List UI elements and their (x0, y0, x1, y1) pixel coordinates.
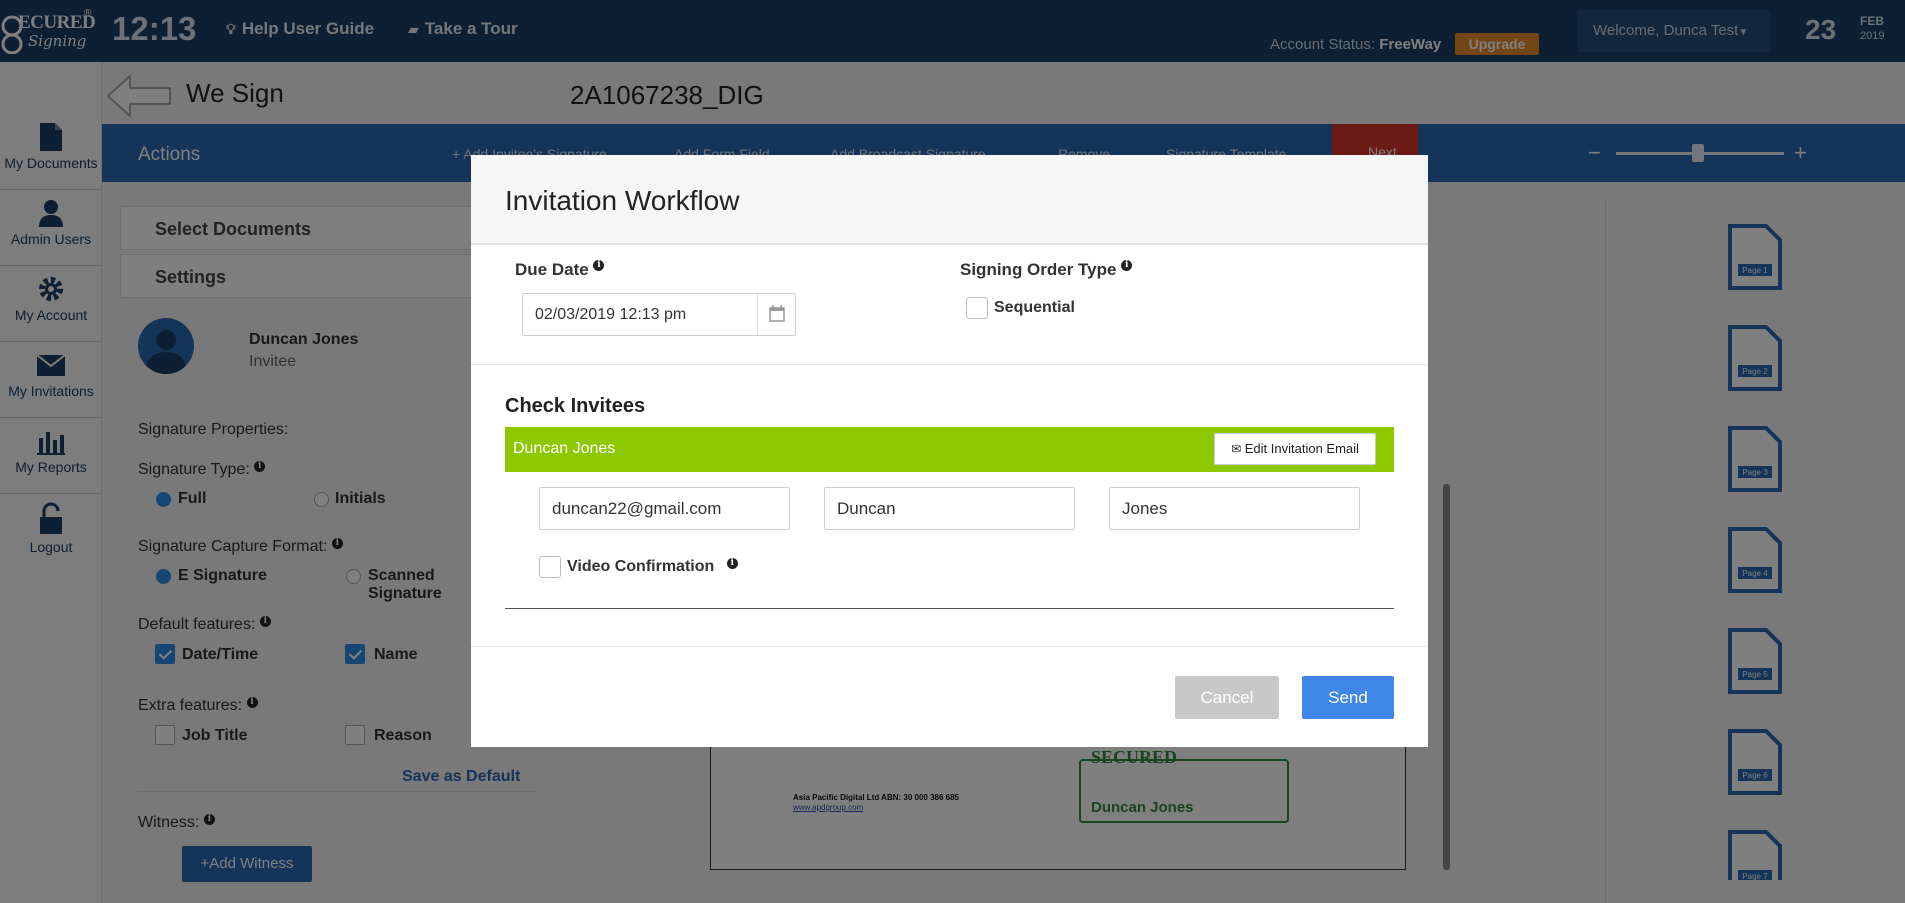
envelope-icon: ✉ (1231, 442, 1242, 456)
first-name-field[interactable]: Duncan (824, 487, 1075, 530)
modal-footer-divider (471, 646, 1428, 647)
calendar-icon (769, 305, 785, 322)
info-icon: i (726, 558, 738, 569)
edit-invitation-email-button[interactable]: ✉ Edit Invitation Email (1214, 433, 1376, 465)
due-date-value: 02/03/2019 12:13 pm (535, 306, 687, 323)
email-field[interactable]: duncan22@gmail.com (539, 487, 790, 530)
video-confirmation-checkbox[interactable] (539, 556, 561, 578)
due-date-input[interactable]: 02/03/2019 12:13 pm (522, 293, 796, 336)
last-name-field[interactable]: Jones (1109, 487, 1360, 530)
invitee-bar-name: Duncan Jones (513, 440, 616, 457)
due-date-label: Due Date i (515, 260, 605, 280)
check-invitees-label: Check Invitees (505, 395, 646, 417)
sequential-checkbox[interactable] (966, 297, 988, 319)
info-icon: i (1121, 260, 1133, 271)
signing-order-type-label: Signing Order Type i (960, 260, 1133, 280)
modal-header: Invitation Workflow (471, 155, 1428, 245)
send-button[interactable]: Send (1302, 676, 1394, 719)
invitee-bar: Duncan Jones ✉ Edit Invitation Email (505, 427, 1394, 472)
calendar-button[interactable] (757, 294, 795, 335)
edit-invitation-email-label: Edit Invitation Email (1244, 441, 1359, 456)
video-confirmation-label: Video Confirmation i (567, 558, 738, 576)
info-icon: i (593, 260, 605, 271)
invitation-workflow-modal: Invitation Workflow Due Date i 02/03/201… (471, 155, 1428, 747)
sequential-label: Sequential (994, 299, 1075, 316)
cancel-button[interactable]: Cancel (1175, 676, 1279, 719)
invitee-separator (505, 608, 1394, 609)
divider (471, 364, 1428, 365)
modal-title: Invitation Workflow (505, 185, 740, 216)
